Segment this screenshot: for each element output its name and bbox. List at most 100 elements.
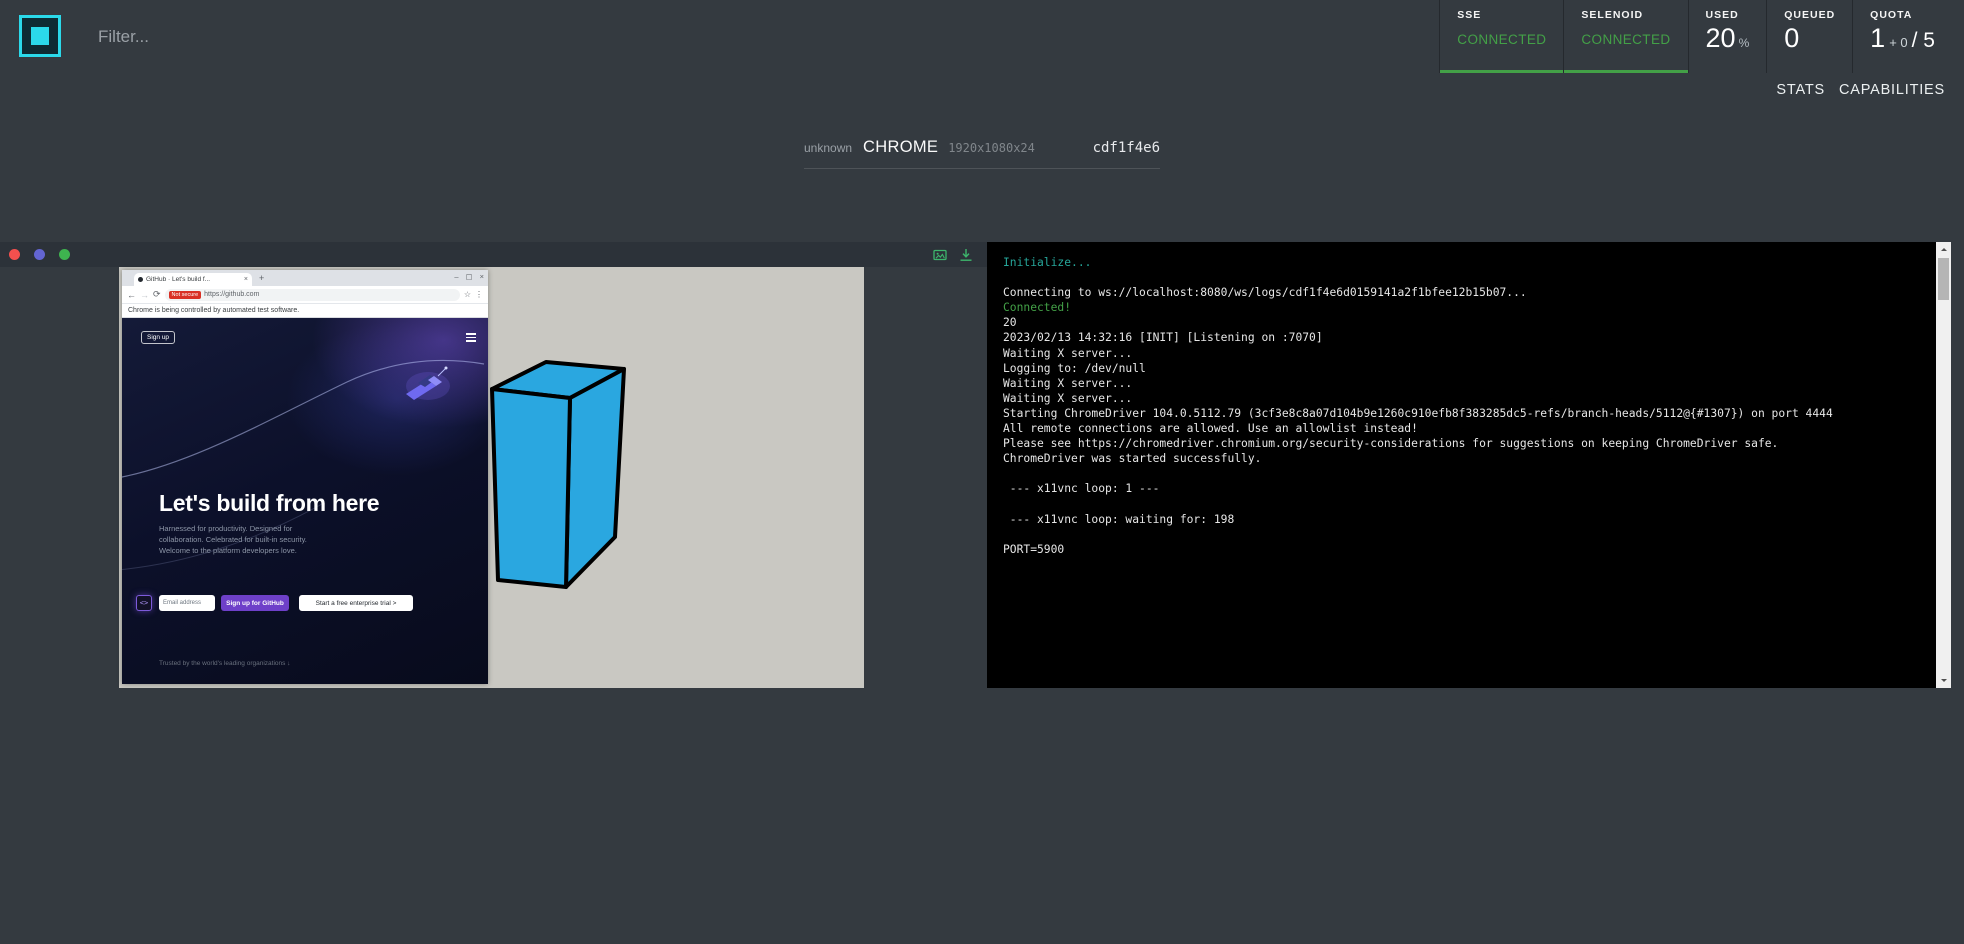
tab-title: GitHub · Let's build f... [146,276,242,283]
log-line: Initialize... [1003,255,1916,270]
spaceship-illustration [398,362,454,412]
log-line: --- x11vnc loop: 1 --- [1003,481,1916,496]
log-scrollbar[interactable] [1936,242,1951,688]
selenoid-status: CONNECTED [1581,32,1670,47]
session-browser: CHROME [863,138,938,157]
selenoid-logo[interactable] [19,15,61,57]
status-bar: SSE CONNECTED SELENOID CONNECTED USED 20… [1439,0,1952,73]
maximize-window-icon[interactable] [59,249,70,260]
quota-used: 1 [1870,23,1885,54]
close-icon: × [480,272,484,281]
close-session-icon[interactable] [9,249,20,260]
top-bar: SSE CONNECTED SELENOID CONNECTED USED 20… [0,0,1964,73]
session-row[interactable]: unknown CHROME 1920x1080x24 cdf1f4e6 [804,138,1160,169]
stat-label: SELENOID [1581,9,1670,21]
log-line: 2023/02/13 14:32:16 [INIT] [Listening on… [1003,330,1916,345]
log-line [1003,497,1916,512]
github-signup-button: Sign up for GitHub [221,595,289,611]
download-icon[interactable] [959,248,973,262]
stat-label: QUOTA [1870,9,1935,21]
stat-label: USED [1706,9,1750,21]
log-line: Waiting X server... [1003,391,1916,406]
trusted-by-text: Trusted by the world's leading organizat… [159,660,290,667]
logo-square-icon [31,27,49,45]
stat-quota: QUOTA 1 + 0 / 5 [1852,0,1952,73]
vnc-panel: GitHub · Let's build f... × + – ▢ × ← → … [0,242,987,688]
session-user: unknown [804,141,852,155]
address-bar: Not secure https://github.com [165,289,460,301]
stat-label: QUEUED [1784,9,1835,21]
restore-icon: ▢ [466,272,473,281]
status-underline [1564,70,1687,73]
vnc-toolbar [0,242,987,267]
quota-pending: + 0 [1889,35,1907,50]
log-line [1003,466,1916,481]
signup-form: Email address Sign up for GitHub Start a… [159,595,413,611]
quota-total: / 5 [1912,29,1935,53]
log-line [1003,527,1916,542]
screenshot-icon[interactable] [933,248,947,262]
log-line: Starting ChromeDriver 104.0.5112.79 (3cf… [1003,406,1916,421]
queued-value: 0 [1784,23,1799,54]
scrollbar-up-icon[interactable] [1936,242,1951,257]
hamburger-icon [466,333,476,342]
github-favicon [138,277,143,282]
scrollbar-down-icon[interactable] [1936,673,1951,688]
browser-tabstrip: GitHub · Let's build f... × + – ▢ × [122,270,488,286]
forward-icon: → [140,290,149,300]
new-tab-icon: + [259,273,264,283]
session-log[interactable]: Initialize... Connecting to ws://localho… [987,242,1936,688]
sse-status: CONNECTED [1457,32,1546,47]
code-icon: <> [136,595,152,611]
log-line: Connected! [1003,300,1916,315]
used-value: 20 [1706,23,1736,54]
email-field: Email address [159,595,215,611]
reload-icon: ⟳ [153,289,161,300]
stat-sse: SSE CONNECTED [1439,0,1563,73]
stat-queued: QUEUED 0 [1766,0,1852,73]
minimize-icon: – [454,272,458,281]
log-lines: Initialize... Connecting to ws://localho… [1003,255,1916,557]
back-icon: ← [127,290,136,300]
log-line: ChromeDriver was started successfully. [1003,451,1916,466]
stat-used: USED 20 % [1688,0,1767,73]
log-line: PORT=5900 [1003,542,1916,557]
log-line: All remote connections are allowed. Use … [1003,421,1916,436]
tab-close-icon: × [244,276,248,283]
log-line: --- x11vnc loop: waiting for: 198 [1003,512,1916,527]
log-line: Logging to: /dev/null [1003,361,1916,376]
view-tabs: STATS CAPABILITIES [1776,82,1945,98]
tab-capabilities[interactable]: CAPABILITIES [1839,82,1945,98]
automation-infobar: Chrome is being controlled by automated … [122,304,488,318]
enterprise-trial-button: Start a free enterprise trial > [299,595,413,611]
session-id: cdf1f4e6 [1093,140,1160,156]
stat-selenoid: SELENOID CONNECTED [1563,0,1687,73]
session-resolution: 1920x1080x24 [948,141,1035,155]
log-line: Waiting X server... [1003,376,1916,391]
window-controls: – ▢ × [454,272,484,281]
status-underline [1440,70,1563,73]
tab-stats[interactable]: STATS [1776,82,1825,98]
used-unit: % [1739,36,1750,50]
remote-browser-window: GitHub · Let's build f... × + – ▢ × ← → … [122,270,488,684]
browser-toolbar: ← → ⟳ Not secure https://github.com ☆ ⋮ [122,286,488,304]
log-line [1003,270,1916,285]
github-homepage: Sign up Let's build from here Harnessed … [122,318,488,684]
github-signup-link: Sign up [141,331,175,344]
url-text: https://github.com [204,291,259,298]
minimize-window-icon[interactable] [34,249,45,260]
filter-input[interactable] [98,0,518,73]
menu-dots-icon: ⋮ [475,290,483,299]
vnc-screen[interactable]: GitHub · Let's build f... × + – ▢ × ← → … [119,267,864,688]
security-badge: Not secure [169,291,202,299]
browser-tab: GitHub · Let's build f... × [134,273,252,286]
star-icon: ☆ [464,290,471,299]
scrollbar-thumb[interactable] [1938,258,1949,300]
log-line: Waiting X server... [1003,346,1916,361]
log-line: Please see https://chromedriver.chromium… [1003,436,1916,451]
hero-title: Let's build from here [159,490,379,517]
selenoid-ui: SSE CONNECTED SELENOID CONNECTED USED 20… [0,0,1964,944]
vnc-actions [933,248,973,262]
log-line: 20 [1003,315,1916,330]
log-line: Connecting to ws://localhost:8080/ws/log… [1003,285,1916,300]
